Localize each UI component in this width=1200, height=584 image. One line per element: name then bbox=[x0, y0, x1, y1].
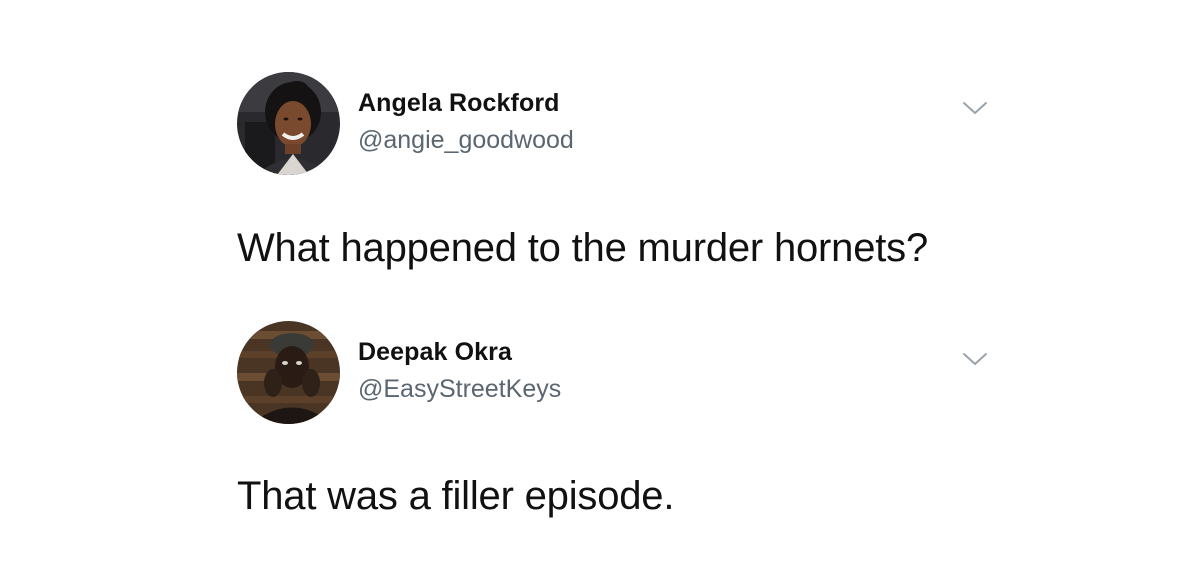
display-name[interactable]: Angela Rockford bbox=[358, 89, 560, 118]
profile-photo-icon bbox=[237, 321, 340, 424]
user-handle[interactable]: @EasyStreetKeys bbox=[358, 375, 561, 404]
profile-photo-icon bbox=[237, 72, 340, 175]
avatar[interactable] bbox=[237, 321, 340, 424]
tweet-text: What happened to the murder hornets? bbox=[237, 226, 929, 270]
chevron-down-icon[interactable] bbox=[962, 100, 988, 116]
avatar[interactable] bbox=[237, 72, 340, 175]
chevron-down-icon[interactable] bbox=[962, 351, 988, 367]
display-name[interactable]: Deepak Okra bbox=[358, 338, 512, 367]
user-handle[interactable]: @angie_goodwood bbox=[358, 126, 574, 155]
tweet-text: That was a filler episode. bbox=[237, 474, 675, 518]
